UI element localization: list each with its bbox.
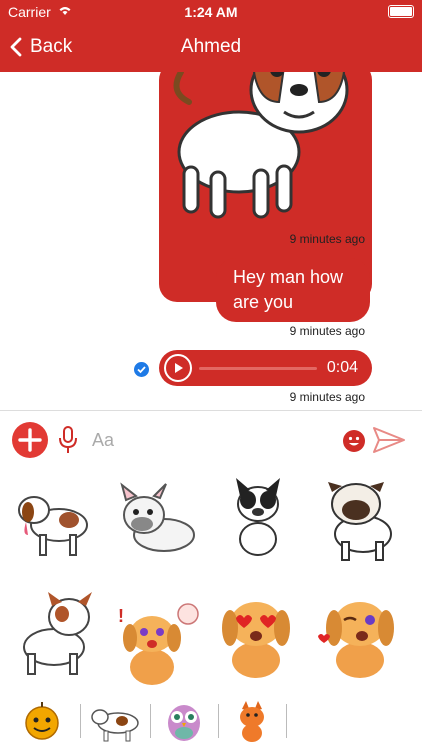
status-bar: Carrier 1:24 AM	[0, 0, 422, 24]
pumpkin-pack-tab[interactable]	[12, 699, 72, 743]
message-composer	[0, 410, 422, 469]
play-icon	[175, 363, 183, 373]
cow-pack-tab[interactable]	[86, 699, 146, 743]
svg-text:!: !	[118, 606, 124, 626]
nav-row: Back Ahmed	[0, 24, 422, 72]
pack-divider	[218, 704, 219, 738]
sticker-pack-bar	[0, 696, 422, 750]
puppy-winking-sticker[interactable]	[318, 592, 402, 682]
smiley-icon[interactable]	[343, 430, 365, 452]
message-timestamp: 9 minutes ago	[289, 390, 365, 404]
audio-duration: 0:04	[326, 359, 358, 376]
navigation-bar: Carrier 1:24 AM Back Ahmed	[0, 0, 422, 72]
read-check-icon	[134, 362, 149, 377]
play-button[interactable]	[164, 354, 192, 382]
boston-terrier-sticker[interactable]	[218, 474, 302, 564]
sticker-grid: !	[0, 470, 422, 694]
pack-divider	[80, 704, 81, 738]
clock: 1:24 AM	[184, 4, 238, 20]
message-list[interactable]: 9 minutes ago Hey man how are you 9 minu…	[0, 72, 422, 410]
battery-icon	[388, 5, 414, 18]
pug-sticker[interactable]	[318, 474, 402, 564]
message-text-line: Hey man how	[233, 267, 344, 287]
message-timestamp: 9 minutes ago	[289, 324, 365, 338]
conversation-title: Ahmed	[180, 36, 242, 57]
text-message-bubble[interactable]: Hey man how are you	[216, 258, 370, 322]
send-icon[interactable]	[372, 426, 406, 454]
audio-message-bubble: 0:04	[159, 350, 372, 386]
french-bulldog-standing-sticker[interactable]	[14, 592, 98, 682]
add-attachment-button[interactable]	[12, 422, 48, 458]
pack-divider	[286, 704, 287, 738]
message-input[interactable]	[90, 426, 334, 454]
owl-pack-tab[interactable]	[154, 699, 214, 743]
audio-progress-track[interactable]	[199, 367, 317, 370]
microphone-icon[interactable]	[58, 425, 78, 455]
beagle-sticker[interactable]	[14, 480, 98, 570]
puppy-love-struck-sticker[interactable]: !	[116, 602, 200, 692]
puppy-heart-eyes-sticker[interactable]	[216, 592, 300, 682]
plus-icon	[18, 428, 42, 452]
fox-pack-tab[interactable]	[222, 699, 282, 743]
message-timestamp: 9 minutes ago	[289, 232, 365, 246]
pack-divider	[150, 704, 151, 738]
message-text-line: are you	[233, 292, 294, 312]
french-bulldog-lying-sticker[interactable]	[114, 480, 198, 570]
